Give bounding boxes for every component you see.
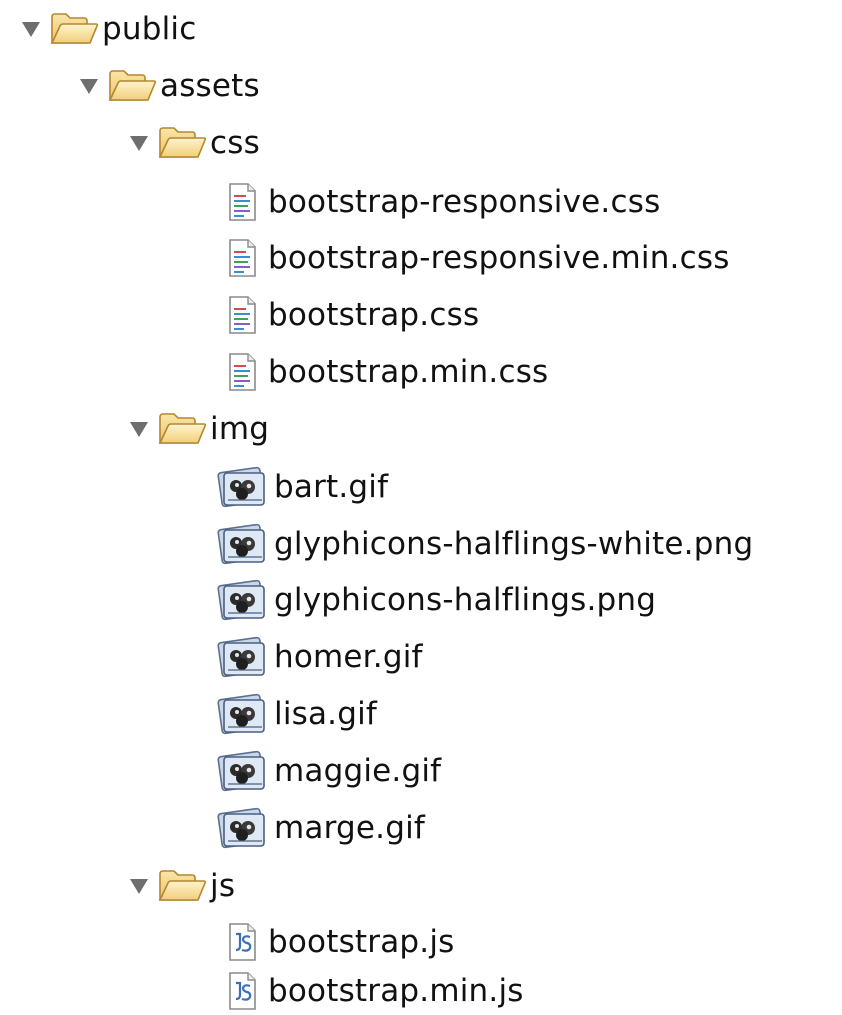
tree-file-label: glyphicons-halflings.png (274, 582, 657, 618)
tree-file-item[interactable]: bart.gif (216, 463, 388, 511)
tree-node-label: js (210, 868, 236, 904)
tree-node-js[interactable]: js (128, 862, 235, 910)
expand-triangle-icon[interactable] (78, 75, 100, 97)
folder-open-icon (50, 11, 100, 47)
css-file-icon (222, 295, 262, 335)
tree-file-item[interactable]: maggie.gif (216, 747, 441, 795)
tree-file-label: glyphicons-halflings-white.png (274, 526, 754, 562)
tree-file-label: bart.gif (274, 469, 389, 505)
tree-node-label: assets (160, 68, 260, 104)
tree-file-item[interactable]: glyphicons-halflings.png (216, 576, 656, 624)
tree-file-label: bootstrap-responsive.css (268, 184, 661, 220)
tree-file-label: marge.gif (274, 810, 426, 846)
tree-file-item[interactable]: marge.gif (216, 804, 425, 852)
tree-node-assets[interactable]: assets (78, 62, 260, 110)
file-tree: public assets css bootstrap-responsive.c… (0, 0, 842, 1015)
folder-open-icon (158, 868, 208, 904)
tree-file-item[interactable]: lisa.gif (216, 690, 377, 738)
tree-file-item[interactable]: homer.gif (216, 633, 423, 681)
tree-node-label: img (210, 411, 270, 447)
tree-file-label: lisa.gif (274, 696, 378, 732)
tree-file-label: homer.gif (274, 639, 423, 675)
tree-file-item[interactable]: bootstrap.min.css (222, 348, 548, 396)
image-file-icon (216, 691, 270, 737)
image-file-icon (216, 464, 270, 510)
folder-open-icon (158, 411, 208, 447)
tree-file-label: maggie.gif (274, 753, 442, 789)
tree-file-item[interactable]: bootstrap.css (222, 291, 479, 339)
tree-node-img[interactable]: img (128, 405, 269, 453)
tree-file-label: bootstrap.min.js (268, 973, 524, 1009)
expand-triangle-icon[interactable] (20, 18, 42, 40)
tree-node-css[interactable]: css (128, 119, 260, 167)
folder-open-icon (108, 68, 158, 104)
image-file-icon (216, 521, 270, 567)
css-file-icon (222, 182, 262, 222)
css-file-icon (222, 238, 262, 278)
tree-node-label: public (102, 11, 197, 47)
tree-file-item[interactable]: glyphicons-halflings-white.png (216, 520, 753, 568)
tree-file-label: bootstrap.min.css (268, 354, 549, 390)
tree-file-item[interactable]: bootstrap-responsive.css (222, 178, 660, 226)
tree-node-label: css (210, 125, 260, 161)
image-file-icon (216, 577, 270, 623)
expand-triangle-icon[interactable] (128, 418, 150, 440)
css-file-icon (222, 352, 262, 392)
tree-file-item[interactable]: bootstrap.min.js (222, 967, 524, 1015)
expand-triangle-icon[interactable] (128, 132, 150, 154)
js-file-icon (222, 922, 262, 962)
tree-file-item[interactable]: bootstrap-responsive.min.css (222, 234, 730, 282)
tree-file-label: bootstrap.js (268, 924, 455, 960)
image-file-icon (216, 805, 270, 851)
image-file-icon (216, 748, 270, 794)
tree-file-label: bootstrap.css (268, 297, 480, 333)
image-file-icon (216, 634, 270, 680)
tree-file-item[interactable]: bootstrap.js (222, 918, 455, 966)
folder-open-icon (158, 125, 208, 161)
expand-triangle-icon[interactable] (128, 875, 150, 897)
tree-node-public[interactable]: public (20, 5, 196, 53)
tree-file-label: bootstrap-responsive.min.css (268, 240, 730, 276)
js-file-icon (222, 971, 262, 1011)
